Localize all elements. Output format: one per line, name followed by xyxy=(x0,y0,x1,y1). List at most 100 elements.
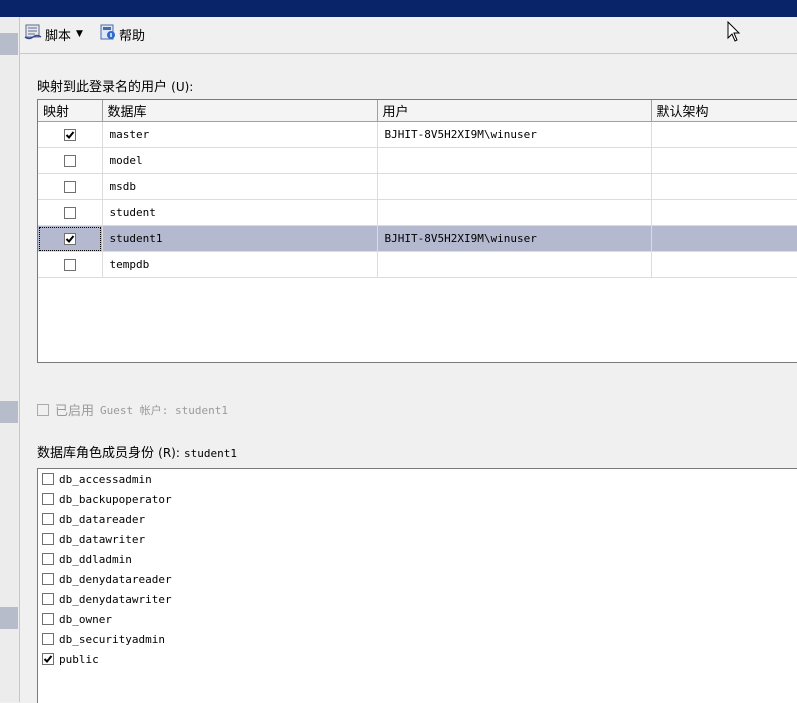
map-checkbox[interactable] xyxy=(63,259,76,271)
guest-account-row: 已启用 Guest 帐户: student1 xyxy=(37,400,228,419)
toolbar: 脚本 ▼ 帮助 xyxy=(20,17,797,54)
map-checkbox[interactable] xyxy=(63,155,76,167)
role-name: db_denydatawriter xyxy=(59,592,172,606)
map-checkbox[interactable] xyxy=(63,233,76,245)
role-shortcut: (R): xyxy=(158,446,180,460)
help-button[interactable]: 帮助 xyxy=(100,24,146,44)
map-cell xyxy=(38,251,103,278)
role-checkbox[interactable] xyxy=(42,493,54,505)
schema-cell[interactable] xyxy=(651,251,797,278)
table-row[interactable]: student1 BJHIT-8V5H2XI9M\winuser xyxy=(38,225,797,252)
left-panel-marker xyxy=(0,33,18,55)
role-checkbox[interactable] xyxy=(42,633,54,645)
mapping-section-label: 映射到此登录名的用户 (U): xyxy=(37,76,193,95)
role-name: db_securityadmin xyxy=(59,632,165,646)
role-list-item[interactable]: db_datawriter xyxy=(38,529,797,549)
role-checkbox[interactable] xyxy=(42,573,54,585)
role-checkbox[interactable] xyxy=(42,513,54,525)
mouse-cursor-icon xyxy=(727,20,741,46)
user-cell[interactable] xyxy=(377,251,652,278)
role-list-item[interactable]: db_accessadmin xyxy=(38,469,797,489)
guest-account-text: Guest 帐户: student1 xyxy=(100,403,228,417)
role-list-item[interactable]: db_denydatareader xyxy=(38,569,797,589)
schema-cell[interactable] xyxy=(651,173,797,200)
role-membership-list: db_accessadmin db_backupoperator db_datare… xyxy=(37,468,797,703)
table-row[interactable]: model xyxy=(38,147,797,174)
role-name: db_owner xyxy=(59,612,112,626)
role-list-item[interactable]: public xyxy=(38,649,797,669)
role-checkbox[interactable] xyxy=(42,613,54,625)
user-cell[interactable] xyxy=(377,173,652,200)
schema-cell[interactable] xyxy=(651,225,797,252)
table-row[interactable]: msdb xyxy=(38,173,797,200)
database-cell: master xyxy=(102,121,378,148)
column-header-schema[interactable]: 默认架构 xyxy=(651,100,797,122)
database-cell: student1 xyxy=(102,225,378,252)
map-checkbox[interactable] xyxy=(63,129,76,141)
role-name: db_accessadmin xyxy=(59,472,152,486)
role-list-item[interactable]: db_ddladmin xyxy=(38,549,797,569)
user-cell[interactable]: BJHIT-8V5H2XI9M\winuser xyxy=(377,225,652,252)
guest-enabled-checkbox[interactable] xyxy=(37,403,49,416)
role-name: db_denydatareader xyxy=(59,572,172,586)
role-name: db_datareader xyxy=(59,512,146,526)
role-list-item[interactable]: db_denydatawriter xyxy=(38,589,797,609)
table-row[interactable]: tempdb xyxy=(38,251,797,278)
schema-cell[interactable] xyxy=(651,121,797,148)
help-label: 帮助 xyxy=(119,28,146,44)
user-cell[interactable]: BJHIT-8V5H2XI9M\winuser xyxy=(377,121,652,148)
column-header-user[interactable]: 用户 xyxy=(377,100,652,122)
script-button[interactable]: 脚本 ▼ xyxy=(24,24,83,44)
role-checkbox[interactable] xyxy=(42,653,54,665)
left-panel-strip xyxy=(0,17,20,702)
role-name: public xyxy=(59,652,99,666)
schema-cell[interactable] xyxy=(651,199,797,226)
user-cell[interactable] xyxy=(377,199,652,226)
role-checkbox[interactable] xyxy=(42,473,54,485)
database-cell: model xyxy=(102,147,378,174)
database-cell: tempdb xyxy=(102,251,378,278)
mapping-label-text: 映射到此登录名的用户 xyxy=(37,80,168,95)
role-list-item[interactable]: db_datareader xyxy=(38,509,797,529)
role-name: db_datawriter xyxy=(59,532,146,546)
help-icon xyxy=(100,24,116,44)
role-checkbox[interactable] xyxy=(42,593,54,605)
map-cell xyxy=(38,147,103,174)
mapping-shortcut: (U): xyxy=(171,80,194,94)
empty-row xyxy=(38,303,797,328)
role-list-item[interactable]: db_securityadmin xyxy=(38,629,797,649)
empty-row xyxy=(38,278,797,304)
role-list-item[interactable]: db_backupoperator xyxy=(38,489,797,509)
map-cell xyxy=(38,225,103,252)
script-label: 脚本 xyxy=(45,28,72,44)
empty-row xyxy=(38,328,797,353)
role-db-name: student1 xyxy=(184,447,238,460)
role-name: db_ddladmin xyxy=(59,552,132,566)
left-panel-marker xyxy=(0,607,18,629)
role-membership-label: 数据库角色成员身份 (R): student1 xyxy=(37,442,237,461)
column-header-map[interactable]: 映射 xyxy=(38,100,103,122)
left-panel-marker xyxy=(0,401,18,423)
role-name: db_backupoperator xyxy=(59,492,172,506)
role-label-text: 数据库角色成员身份 xyxy=(37,446,155,461)
user-mapping-grid: 映射 数据库 用户 默认架构 master BJHIT-8V5H2XI9M\win… xyxy=(37,99,797,363)
map-cell xyxy=(38,199,103,226)
map-checkbox[interactable] xyxy=(63,181,76,193)
database-cell: msdb xyxy=(102,173,378,200)
role-checkbox[interactable] xyxy=(42,553,54,565)
map-cell xyxy=(38,173,103,200)
role-list-item[interactable]: db_owner xyxy=(38,609,797,629)
table-row[interactable]: student xyxy=(38,199,797,226)
map-cell xyxy=(38,121,103,148)
chevron-down-icon: ▼ xyxy=(76,29,83,39)
user-cell[interactable] xyxy=(377,147,652,174)
script-icon xyxy=(24,24,42,44)
window-title-bar xyxy=(0,0,797,17)
map-checkbox[interactable] xyxy=(63,207,76,219)
guest-enabled-label: 已启用 xyxy=(55,404,95,419)
table-row[interactable]: master BJHIT-8V5H2XI9M\winuser xyxy=(38,121,797,148)
schema-cell[interactable] xyxy=(651,147,797,174)
database-cell: student xyxy=(102,199,378,226)
role-checkbox[interactable] xyxy=(42,533,54,545)
column-header-database[interactable]: 数据库 xyxy=(102,100,378,122)
